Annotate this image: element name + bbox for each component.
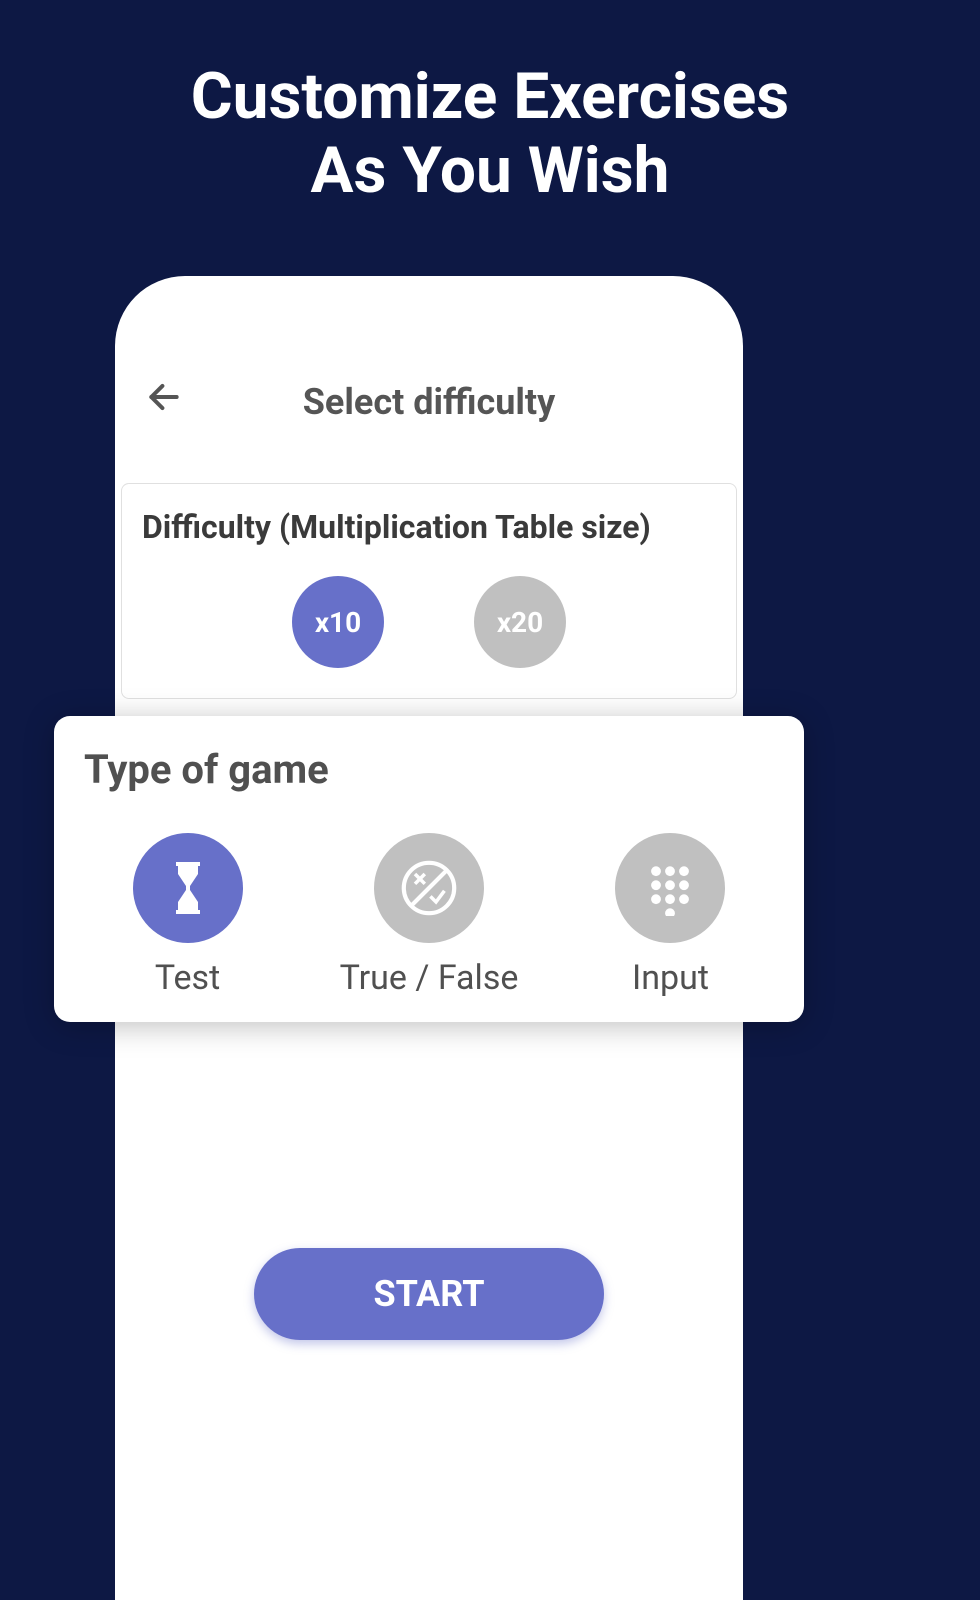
difficulty-card: Difficulty (Multiplication Table size) x…	[121, 483, 737, 699]
keypad-icon	[615, 833, 725, 943]
promo-title-line2: As You Wish	[0, 134, 980, 208]
difficulty-option-x20[interactable]: x20	[474, 576, 566, 668]
hourglass-icon	[133, 833, 243, 943]
game-type-card-title: Type of game	[84, 746, 774, 793]
page-title: Select difficulty	[145, 381, 713, 423]
difficulty-label: x10	[315, 606, 361, 639]
truefalse-icon	[374, 833, 484, 943]
game-type-label: Test	[155, 958, 220, 998]
game-type-input[interactable]: Input	[615, 833, 725, 998]
start-button[interactable]: START	[254, 1248, 604, 1340]
game-type-test[interactable]: Test	[133, 833, 243, 998]
game-type-card: Type of game Test True / False	[54, 716, 804, 1022]
game-type-truefalse[interactable]: True / False	[340, 833, 519, 998]
start-button-label: START	[373, 1273, 484, 1315]
game-type-options: Test True / False	[84, 833, 774, 998]
app-header: Select difficulty	[115, 276, 743, 453]
promo-title: Customize Exercises As You Wish	[0, 0, 980, 207]
difficulty-option-x10[interactable]: x10	[292, 576, 384, 668]
game-type-label: True / False	[340, 958, 519, 998]
difficulty-label: x20	[497, 606, 543, 639]
back-arrow-icon[interactable]	[145, 378, 183, 426]
difficulty-card-title: Difficulty (Multiplication Table size)	[142, 508, 716, 546]
difficulty-options: x10 x20	[142, 576, 716, 668]
promo-title-line1: Customize Exercises	[0, 60, 980, 134]
game-type-label: Input	[632, 958, 709, 998]
